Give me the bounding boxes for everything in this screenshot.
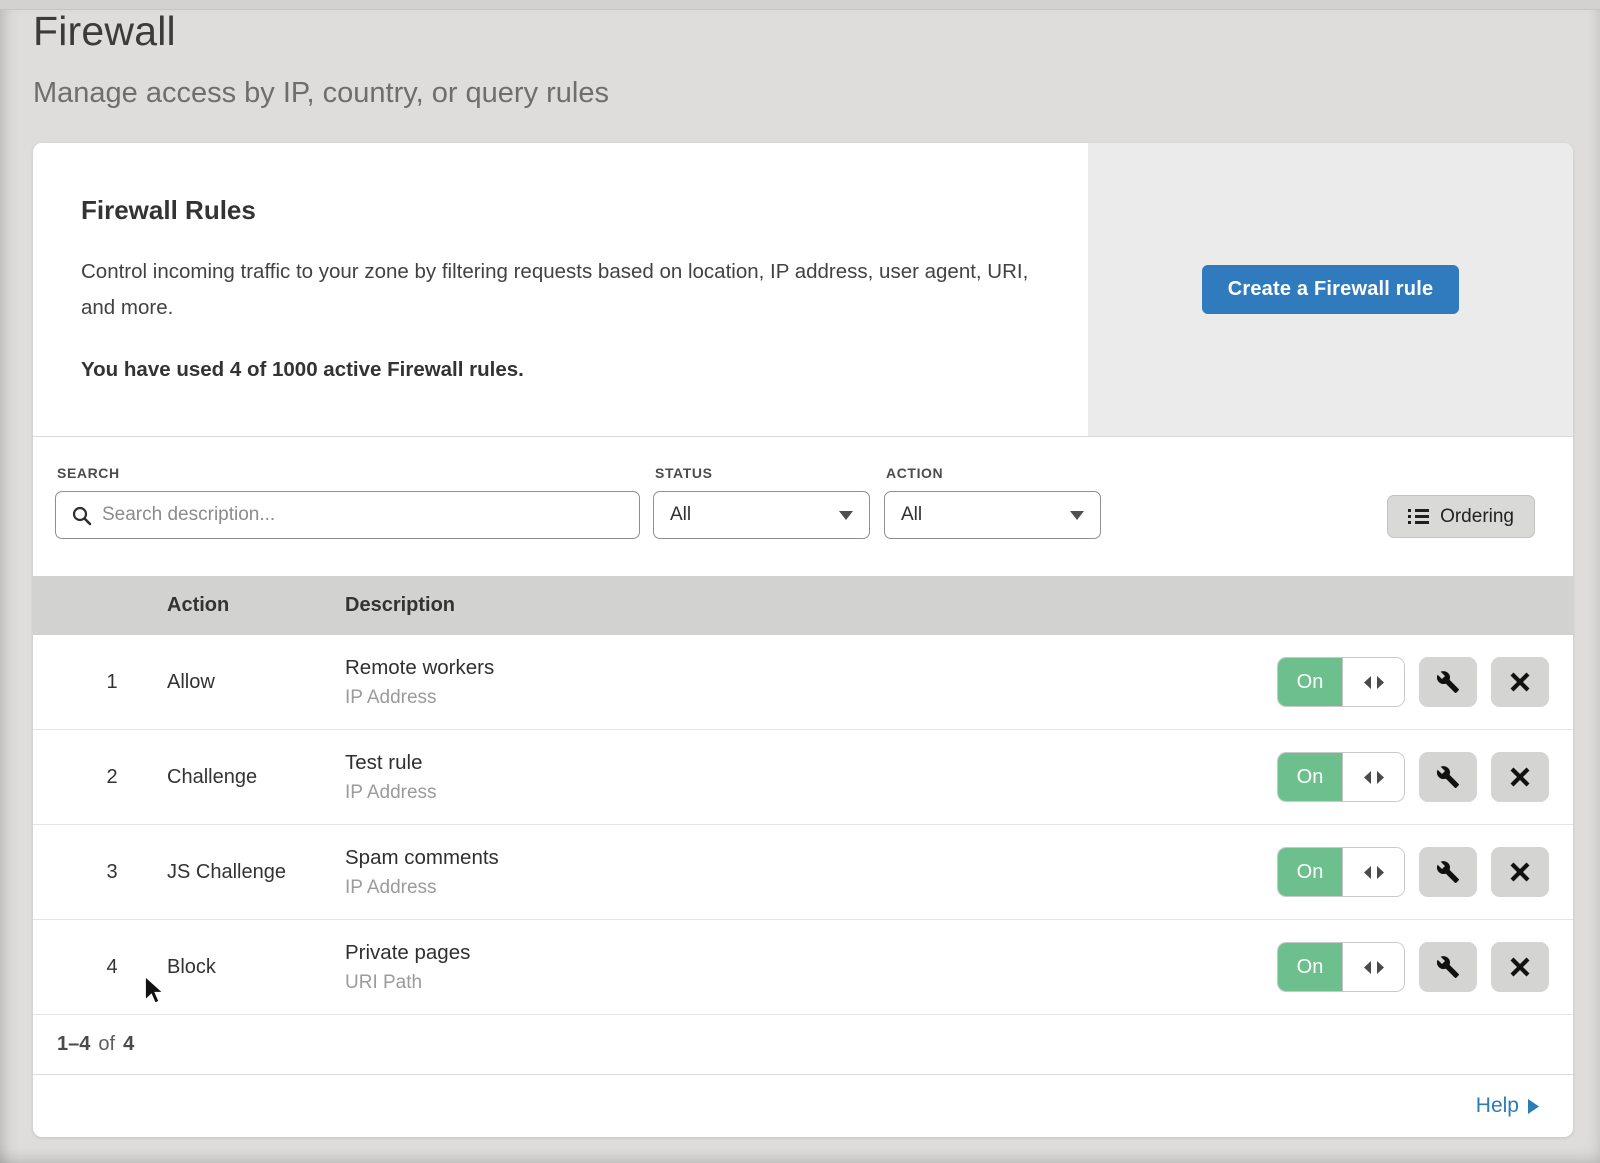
create-firewall-rule-button[interactable]: Create a Firewall rule bbox=[1202, 265, 1460, 314]
status-selected-value: All bbox=[670, 504, 691, 526]
delete-rule-button[interactable] bbox=[1491, 752, 1549, 802]
chevron-right-icon bbox=[1528, 1099, 1539, 1114]
rule-description: Remote workers bbox=[345, 656, 1277, 680]
ordering-button[interactable]: Ordering bbox=[1387, 495, 1535, 538]
rule-description-cell: Test rule IP Address bbox=[345, 751, 1277, 804]
status-label: STATUS bbox=[655, 465, 870, 481]
card-heading: Firewall Rules bbox=[81, 195, 1040, 226]
rule-action: Block bbox=[167, 956, 345, 979]
page-subtitle: Manage access by IP, country, or query r… bbox=[33, 77, 609, 110]
firewall-rules-card: Firewall Rules Control incoming traffic … bbox=[33, 143, 1573, 1137]
rule-description: Spam comments bbox=[345, 846, 1277, 870]
toggle-arrows-icon bbox=[1342, 848, 1404, 896]
close-icon bbox=[1510, 767, 1530, 787]
action-column-header: Action bbox=[167, 594, 345, 617]
card-footer: Help bbox=[33, 1075, 1573, 1137]
rule-match-type: IP Address bbox=[345, 877, 1277, 899]
toggle-on-label: On bbox=[1278, 943, 1342, 991]
page-title: Firewall bbox=[33, 8, 609, 55]
rule-description-cell: Remote workers IP Address bbox=[345, 656, 1277, 709]
action-selected-value: All bbox=[901, 504, 922, 526]
filter-bar: SEARCH STATUS All ACTION All bbox=[33, 437, 1573, 576]
search-input[interactable] bbox=[56, 492, 639, 538]
toggle-arrows-icon bbox=[1342, 753, 1404, 801]
rule-match-type: IP Address bbox=[345, 687, 1277, 709]
rule-action: Challenge bbox=[167, 766, 345, 789]
rule-enabled-toggle[interactable]: On bbox=[1277, 752, 1405, 802]
edit-rule-button[interactable] bbox=[1419, 752, 1477, 802]
rule-description-cell: Spam comments IP Address bbox=[345, 846, 1277, 899]
toggle-arrows-icon bbox=[1342, 658, 1404, 706]
close-icon bbox=[1510, 672, 1530, 692]
wrench-icon bbox=[1436, 955, 1460, 979]
edit-rule-button[interactable] bbox=[1419, 847, 1477, 897]
rules-usage-text: You have used 4 of 1000 active Firewall … bbox=[81, 358, 1040, 382]
delete-rule-button[interactable] bbox=[1491, 942, 1549, 992]
delete-rule-button[interactable] bbox=[1491, 657, 1549, 707]
edit-rule-button[interactable] bbox=[1419, 942, 1477, 992]
wrench-icon bbox=[1436, 860, 1460, 884]
rule-controls: On bbox=[1277, 752, 1549, 802]
rule-priority: 4 bbox=[57, 956, 167, 979]
rule-action: Allow bbox=[167, 671, 345, 694]
table-row: 2 Challenge Test rule IP Address On bbox=[33, 730, 1573, 825]
table-header: Action Description bbox=[33, 576, 1573, 635]
pagination-range: 1–4 bbox=[57, 1033, 90, 1056]
chevron-down-icon bbox=[1070, 511, 1084, 520]
pagination-bar: 1–4 of 4 bbox=[33, 1015, 1573, 1075]
rule-enabled-toggle[interactable]: On bbox=[1277, 847, 1405, 897]
page-header: Firewall Manage access by IP, country, o… bbox=[33, 8, 609, 110]
ordering-button-label: Ordering bbox=[1440, 506, 1514, 528]
table-row: 4 Block Private pages URI Path On bbox=[33, 920, 1573, 1015]
rule-controls: On bbox=[1277, 847, 1549, 897]
rule-priority: 1 bbox=[57, 671, 167, 694]
description-column-header: Description bbox=[345, 594, 1549, 617]
pagination-of-label: of bbox=[98, 1033, 115, 1056]
rule-priority: 2 bbox=[57, 766, 167, 789]
search-label: SEARCH bbox=[57, 465, 640, 481]
card-action-panel: Create a Firewall rule bbox=[1088, 143, 1573, 436]
table-row: 1 Allow Remote workers IP Address On bbox=[33, 635, 1573, 730]
rule-action: JS Challenge bbox=[167, 861, 345, 884]
rule-description: Private pages bbox=[345, 941, 1277, 965]
rule-controls: On bbox=[1277, 657, 1549, 707]
toggle-arrows-icon bbox=[1342, 943, 1404, 991]
close-icon bbox=[1510, 862, 1530, 882]
rule-description-cell: Private pages URI Path bbox=[345, 941, 1277, 994]
rule-enabled-toggle[interactable]: On bbox=[1277, 942, 1405, 992]
wrench-icon bbox=[1436, 670, 1460, 694]
card-description: Control incoming traffic to your zone by… bbox=[81, 254, 1031, 326]
status-filter-group: STATUS All bbox=[653, 459, 870, 539]
search-icon bbox=[71, 505, 93, 527]
action-select[interactable]: All bbox=[884, 491, 1101, 539]
help-link[interactable]: Help bbox=[1476, 1094, 1539, 1118]
list-ordering-icon bbox=[1408, 508, 1429, 525]
rule-description: Test rule bbox=[345, 751, 1277, 775]
status-select[interactable]: All bbox=[653, 491, 870, 539]
rule-priority: 3 bbox=[57, 861, 167, 884]
chevron-down-icon bbox=[839, 511, 853, 520]
action-label: ACTION bbox=[886, 465, 1101, 481]
delete-rule-button[interactable] bbox=[1491, 847, 1549, 897]
search-box bbox=[55, 491, 640, 539]
close-icon bbox=[1510, 957, 1530, 977]
action-filter-group: ACTION All bbox=[884, 459, 1101, 539]
rule-controls: On bbox=[1277, 942, 1549, 992]
search-group: SEARCH bbox=[55, 459, 640, 539]
table-row: 3 JS Challenge Spam comments IP Address … bbox=[33, 825, 1573, 920]
edit-rule-button[interactable] bbox=[1419, 657, 1477, 707]
card-overview-section: Firewall Rules Control incoming traffic … bbox=[33, 143, 1573, 437]
help-link-label: Help bbox=[1476, 1094, 1519, 1118]
toggle-on-label: On bbox=[1278, 658, 1342, 706]
overview-text-area: Firewall Rules Control incoming traffic … bbox=[33, 143, 1088, 436]
rule-match-type: IP Address bbox=[345, 782, 1277, 804]
wrench-icon bbox=[1436, 765, 1460, 789]
rule-match-type: URI Path bbox=[345, 972, 1277, 994]
pagination-total: 4 bbox=[123, 1033, 134, 1056]
toggle-on-label: On bbox=[1278, 848, 1342, 896]
rule-enabled-toggle[interactable]: On bbox=[1277, 657, 1405, 707]
toggle-on-label: On bbox=[1278, 753, 1342, 801]
